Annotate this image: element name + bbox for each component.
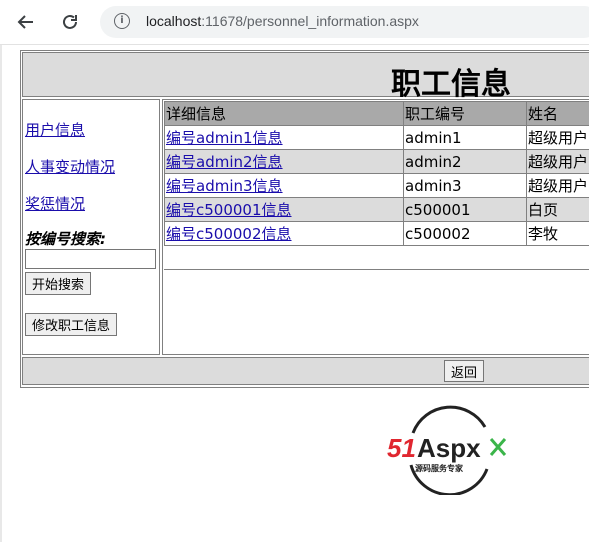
layout-table: 职工信息 用户信息 人事变动情况 奖惩情况 按编号搜索: 开始搜索 修改职工信息… bbox=[20, 50, 589, 388]
detail-link[interactable]: 编号admin1信息 bbox=[166, 129, 283, 147]
sidebar: 用户信息 人事变动情况 奖惩情况 按编号搜索: 开始搜索 修改职工信息 bbox=[22, 99, 160, 355]
search-input[interactable] bbox=[25, 249, 156, 269]
logo-brand-b: Aspx bbox=[417, 433, 481, 463]
table-row: 编号admin3信息 admin3 超级用户 bbox=[164, 173, 589, 198]
id-cell: admin2 bbox=[403, 149, 527, 174]
sidebar-link-personnel-changes[interactable]: 人事变动情况 bbox=[25, 156, 115, 177]
table-row: 编号admin2信息 admin2 超级用户 bbox=[164, 149, 589, 174]
brand-logo: 51 Aspx 源码服务专家 bbox=[385, 403, 513, 497]
edit-staff-button[interactable]: 修改职工信息 bbox=[25, 313, 118, 336]
detail-cell: 编号admin3信息 bbox=[164, 173, 404, 198]
detail-link[interactable]: 编号c500001信息 bbox=[166, 201, 292, 219]
main-content: 详细信息 职工编号 姓名 编号admin1信息 admin1 超级用户 编号ad… bbox=[162, 99, 589, 355]
page-title: 职工信息 bbox=[391, 67, 511, 102]
table-row: 编号c500001信息 c500001 白页 bbox=[164, 197, 589, 222]
id-cell: admin3 bbox=[403, 173, 527, 198]
staff-grid: 详细信息 职工编号 姓名 编号admin1信息 admin1 超级用户 编号ad… bbox=[164, 101, 589, 246]
sidebar-link-rewards-penalties[interactable]: 奖惩情况 bbox=[25, 193, 85, 214]
url-host: localhost bbox=[146, 13, 202, 29]
back-arrow-icon[interactable] bbox=[12, 9, 40, 35]
back-button[interactable]: 返回 bbox=[444, 360, 485, 382]
grid-header-row: 详细信息 职工编号 姓名 bbox=[164, 101, 589, 126]
name-cell: 超级用户 bbox=[526, 125, 589, 150]
table-row: 编号c500002信息 c500002 李牧 bbox=[164, 221, 589, 246]
name-cell: 超级用户 bbox=[526, 173, 589, 198]
detail-link[interactable]: 编号c500002信息 bbox=[166, 225, 292, 243]
table-row: 编号admin1信息 admin1 超级用户 bbox=[164, 125, 589, 150]
column-header-detail: 详细信息 bbox=[164, 101, 404, 126]
column-header-id: 职工编号 bbox=[403, 101, 527, 126]
grid-bottom-border bbox=[164, 269, 589, 270]
browser-toolbar: i localhost:11678/personnel_information.… bbox=[0, 0, 589, 45]
site-info-icon[interactable]: i bbox=[114, 13, 130, 29]
name-cell: 白页 bbox=[526, 197, 589, 222]
id-cell: c500001 bbox=[403, 197, 527, 222]
reload-icon[interactable] bbox=[56, 9, 84, 35]
column-header-name: 姓名 bbox=[526, 101, 589, 126]
url-path: :11678/personnel_information.aspx bbox=[201, 13, 419, 29]
start-search-button[interactable]: 开始搜索 bbox=[25, 272, 92, 295]
detail-link[interactable]: 编号admin3信息 bbox=[166, 177, 283, 195]
title-bar: 职工信息 bbox=[22, 52, 589, 102]
footer-bar: 返回 bbox=[22, 357, 589, 385]
detail-link[interactable]: 编号admin2信息 bbox=[166, 153, 283, 171]
name-cell: 超级用户 bbox=[526, 149, 589, 174]
name-cell: 李牧 bbox=[526, 221, 589, 246]
address-bar[interactable]: i localhost:11678/personnel_information.… bbox=[100, 6, 589, 38]
detail-cell: 编号admin1信息 bbox=[164, 125, 404, 150]
id-cell: admin1 bbox=[403, 125, 527, 150]
search-label: 按编号搜索: bbox=[25, 230, 106, 248]
logo-tagline: 源码服务专家 bbox=[415, 463, 464, 473]
page-left-edge bbox=[0, 45, 2, 542]
url-text[interactable]: localhost:11678/personnel_information.as… bbox=[146, 13, 419, 29]
detail-cell: 编号c500002信息 bbox=[164, 221, 404, 246]
detail-cell: 编号admin2信息 bbox=[164, 149, 404, 174]
id-cell: c500002 bbox=[403, 221, 527, 246]
sidebar-link-user-info[interactable]: 用户信息 bbox=[25, 119, 85, 140]
logo-brand-a: 51 bbox=[387, 433, 416, 463]
detail-cell: 编号c500001信息 bbox=[164, 197, 404, 222]
